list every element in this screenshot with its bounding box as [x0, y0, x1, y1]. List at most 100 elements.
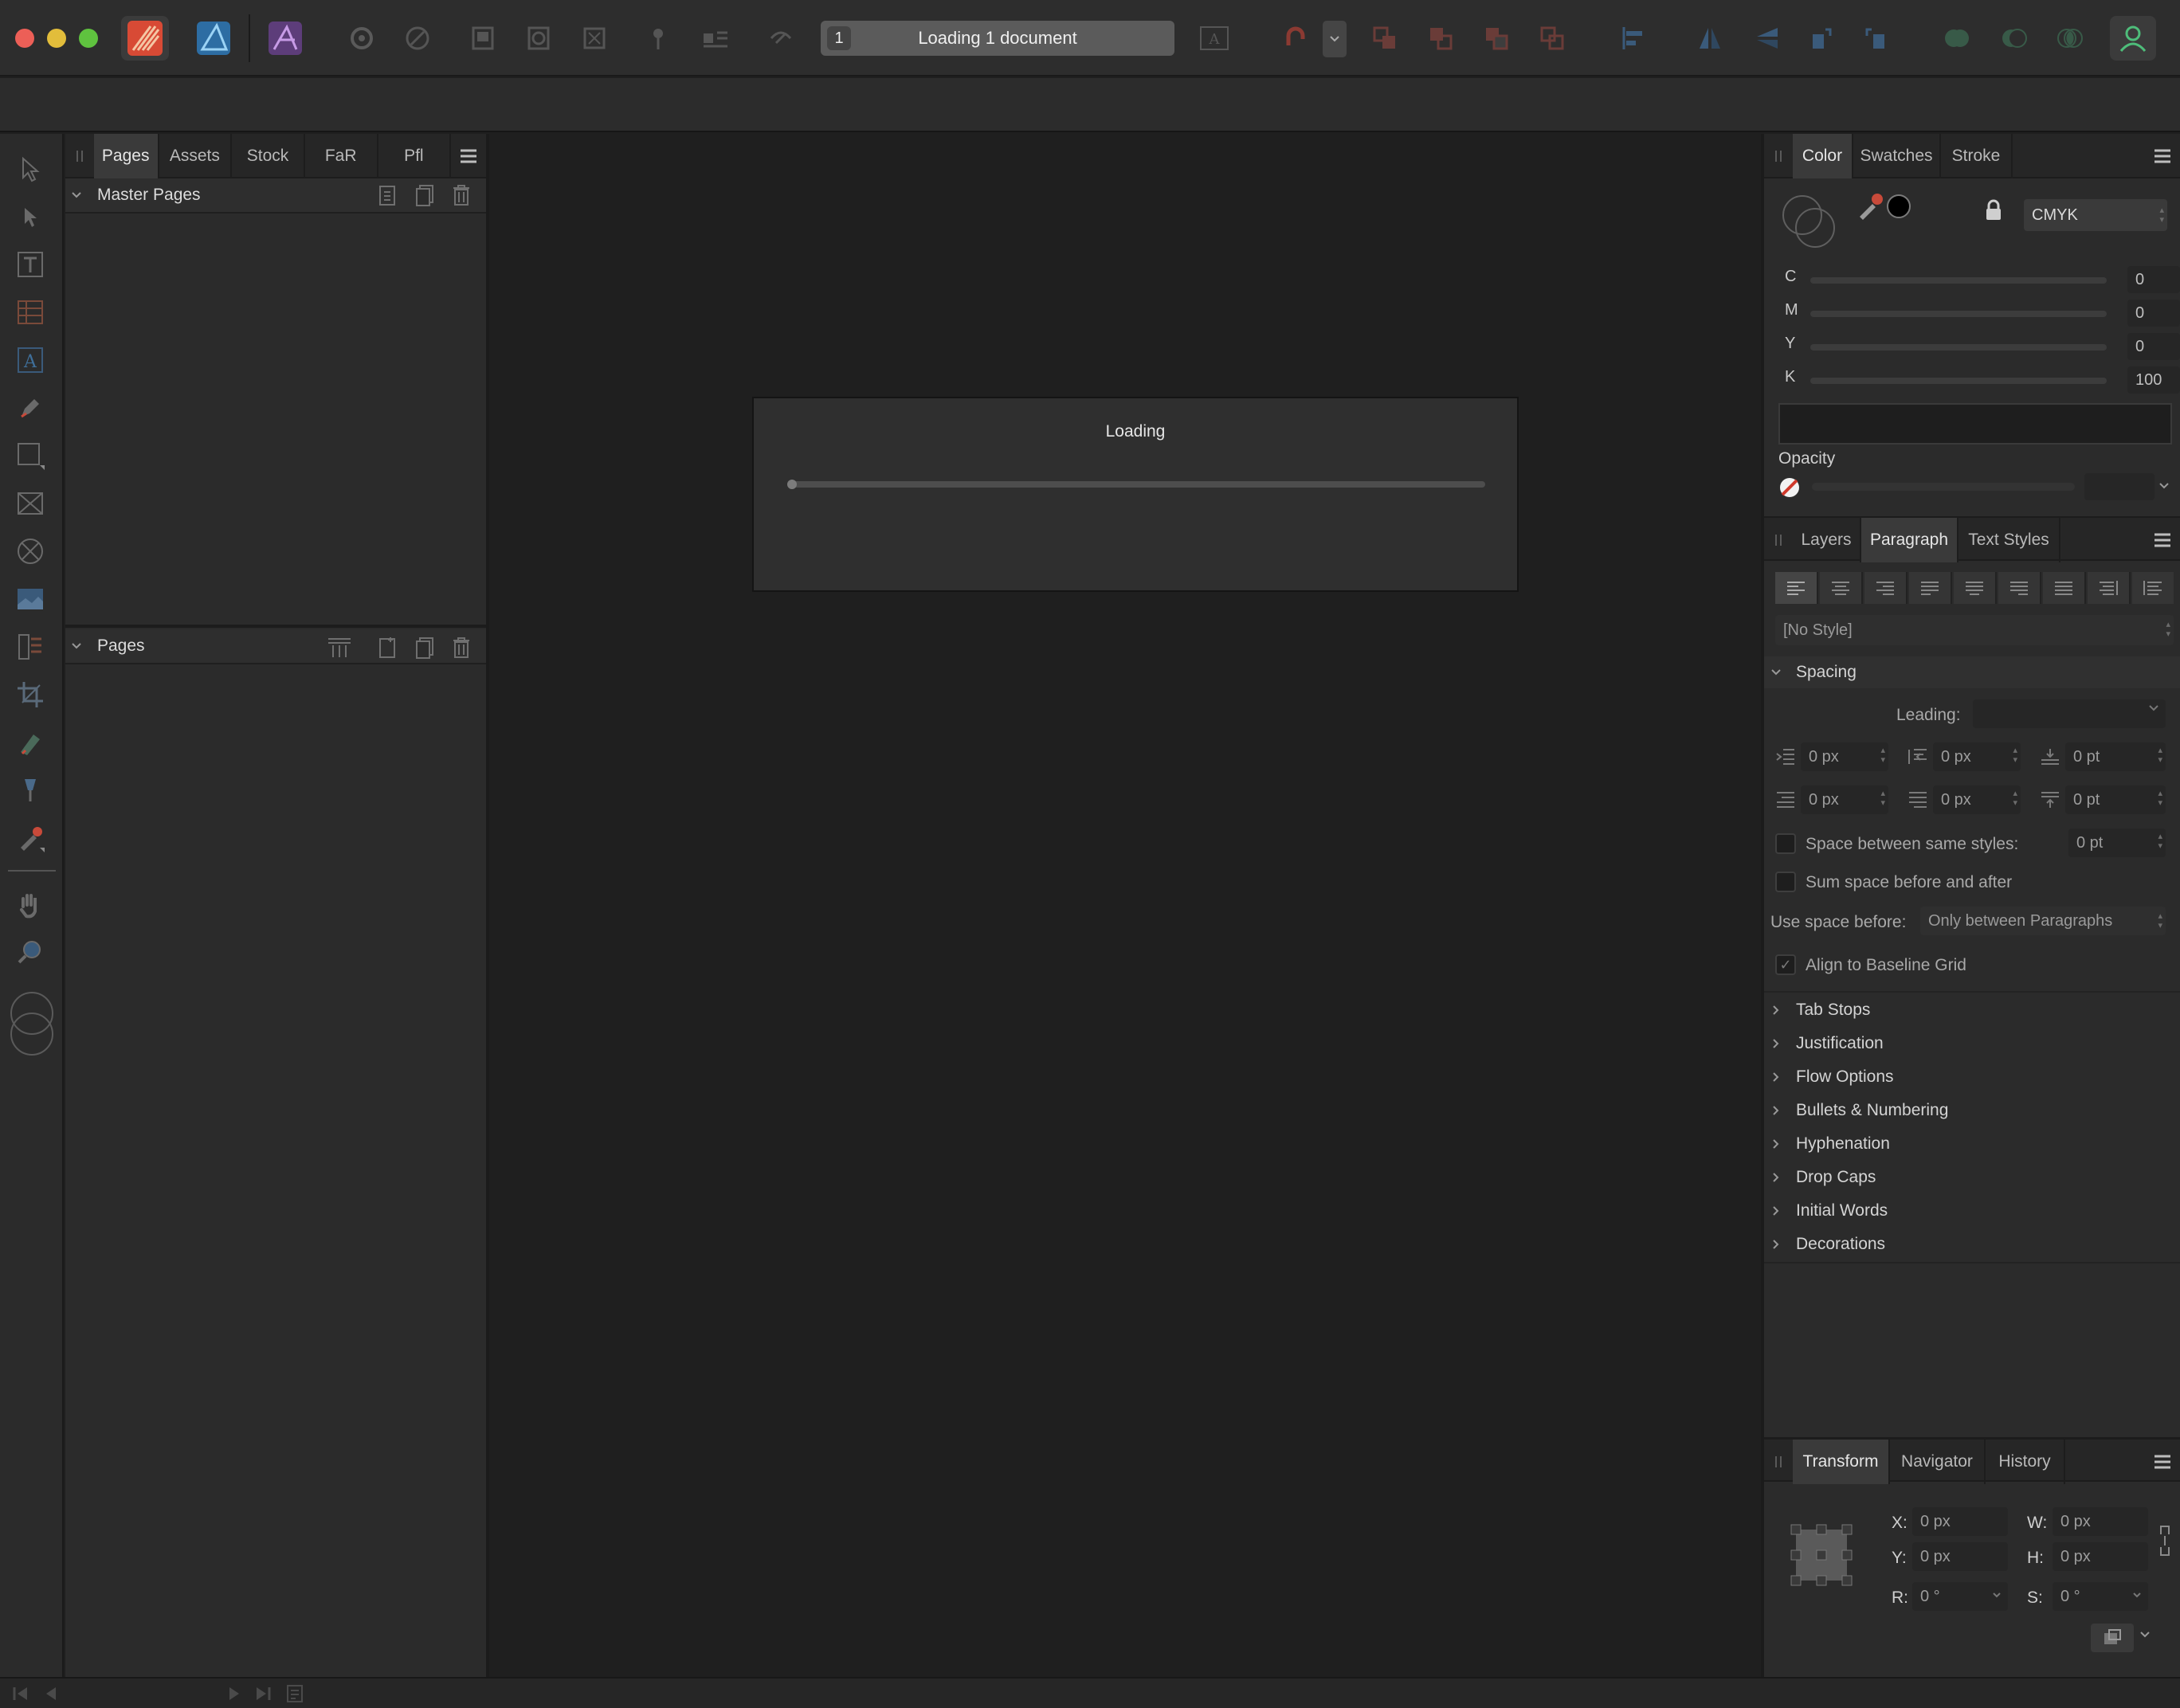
justify-all-button[interactable] — [2043, 572, 2086, 604]
paragraph-style-select[interactable]: [No Style] ▴ ▾ — [1775, 615, 2174, 645]
duplicate-master-page-icon[interactable] — [414, 183, 435, 207]
first-page-icon[interactable] — [11, 1685, 30, 1702]
align-left-button[interactable] — [1775, 572, 1818, 604]
cyan-value-field[interactable]: 0 — [2127, 266, 2180, 293]
rotation-field[interactable]: 0 ° — [1912, 1582, 2008, 1611]
account-button[interactable] — [2110, 16, 2156, 61]
justification-section[interactable]: Justification — [1764, 1028, 2180, 1060]
sum-space-checkbox[interactable] — [1775, 872, 1796, 892]
artistic-text-tool-icon[interactable]: A — [11, 341, 49, 379]
zoom-window-button[interactable] — [79, 29, 98, 48]
hand-tool-icon[interactable] — [11, 886, 49, 924]
tab-pfl[interactable]: Pfl — [378, 134, 452, 178]
stepper-icon[interactable]: ▴ ▾ — [2013, 789, 2017, 808]
align-baseline-checkbox[interactable]: ✓ — [1775, 954, 1796, 975]
view-mode-icon[interactable] — [465, 21, 500, 56]
tab-text-styles[interactable]: Text Styles — [1958, 518, 2060, 562]
stepper-icon[interactable]: ▴ ▾ — [1880, 746, 1885, 765]
tab-layers[interactable]: Layers — [1793, 518, 1861, 562]
rectangle-frame-tool-icon[interactable] — [11, 484, 49, 523]
next-page-icon[interactable] — [226, 1685, 242, 1702]
table-format-tool-icon[interactable] — [11, 628, 49, 666]
width-field[interactable]: 0 px — [2053, 1507, 2148, 1536]
lock-aspect-ratio-icon[interactable] — [2158, 1523, 2172, 1558]
justify-center-button[interactable] — [1954, 572, 1997, 604]
color-picker-tool-icon[interactable] — [11, 819, 49, 857]
space-after-field[interactable]: 0 pt ▴ ▾ — [2065, 785, 2166, 814]
boolean-add-icon[interactable] — [1939, 21, 1974, 56]
text-frame-icon[interactable]: A — [1197, 21, 1232, 56]
tab-navigator[interactable]: Navigator — [1890, 1440, 1986, 1484]
color-panel-menu-icon[interactable] — [2145, 134, 2180, 178]
tab-stops-section[interactable]: Tab Stops — [1764, 994, 2180, 1026]
color-mode-select[interactable]: CMYK ▴ ▾ — [2024, 199, 2167, 231]
last-line-indent-field[interactable]: 0 px ▴ ▾ — [1933, 785, 2021, 814]
frame-text-tool-icon[interactable] — [11, 245, 49, 284]
panel-grip-icon[interactable] — [1764, 518, 1793, 562]
table-tool-icon[interactable] — [11, 293, 49, 331]
pen-tool-icon[interactable] — [11, 389, 49, 427]
x-position-field[interactable]: 0 px — [1912, 1507, 2008, 1536]
opacity-value-field[interactable] — [2084, 473, 2155, 500]
initial-words-section[interactable]: Initial Words — [1764, 1195, 2180, 1227]
panel-grip-icon[interactable] — [65, 134, 94, 178]
anchor-point-selector[interactable] — [1790, 1523, 1853, 1587]
color-preview-bar[interactable] — [1778, 403, 2172, 445]
use-space-before-select[interactable]: Only between Paragraphs ▴ ▾ — [1920, 907, 2166, 935]
arrange-backward-icon[interactable] — [1535, 21, 1570, 56]
panel-grip-icon[interactable] — [1764, 134, 1793, 178]
tab-stroke[interactable]: Stroke — [1941, 134, 2013, 178]
spacing-section-header[interactable]: Spacing — [1764, 656, 2180, 688]
magenta-slider[interactable] — [1810, 311, 2107, 317]
transform-origin-button[interactable] — [2091, 1624, 2134, 1652]
crop-tool-icon[interactable] — [11, 676, 49, 714]
drop-caps-section[interactable]: Drop Caps — [1764, 1162, 2180, 1193]
rotate-left-icon[interactable] — [1804, 21, 1839, 56]
fill-stroke-swatch[interactable] — [6, 991, 57, 1056]
tab-assets[interactable]: Assets — [159, 134, 233, 178]
arrange-back-icon[interactable] — [1479, 21, 1514, 56]
pin-icon[interactable] — [641, 21, 676, 56]
ellipse-frame-tool-icon[interactable] — [11, 532, 49, 570]
last-page-icon[interactable] — [253, 1685, 272, 1702]
transform-panel-menu-icon[interactable] — [2145, 1440, 2180, 1484]
boolean-intersect-icon[interactable] — [2053, 21, 2088, 56]
previous-page-icon[interactable] — [43, 1685, 59, 1702]
align-left-icon[interactable] — [1616, 21, 1651, 56]
arrange-front-icon[interactable] — [1367, 21, 1402, 56]
tab-history[interactable]: History — [1986, 1440, 2065, 1484]
tab-transform[interactable]: Transform — [1793, 1440, 1890, 1484]
zoom-tool-icon[interactable] — [11, 934, 49, 972]
link-icon[interactable] — [763, 21, 798, 56]
paragraph-panel-menu-icon[interactable] — [2145, 518, 2180, 562]
tab-swatches[interactable]: Swatches — [1853, 134, 1941, 178]
tab-stock[interactable]: Stock — [232, 134, 305, 178]
stepper-icon[interactable]: ▴ ▾ — [2013, 746, 2017, 765]
place-image-tool-icon[interactable] — [11, 580, 49, 618]
eyedropper-icon[interactable] — [1855, 190, 1887, 221]
align-center-button[interactable] — [1820, 572, 1863, 604]
align-towards-spine-button[interactable] — [2088, 572, 2131, 604]
leading-field[interactable] — [1973, 699, 2166, 728]
fill-tool-icon[interactable] — [11, 723, 49, 762]
align-right-button[interactable] — [1864, 572, 1908, 604]
photo-persona-button[interactable] — [268, 21, 303, 56]
rotate-right-icon[interactable] — [1858, 21, 1893, 56]
key-value-field[interactable]: 100 — [2127, 366, 2180, 394]
align-away-from-spine-button[interactable] — [2132, 572, 2174, 604]
first-line-indent-field[interactable]: 0 px ▴ ▾ — [1801, 785, 1888, 814]
yellow-value-field[interactable]: 0 — [2127, 333, 2180, 360]
space-before-field[interactable]: 0 pt ▴ ▾ — [2065, 742, 2166, 771]
right-indent-field[interactable]: 0 px ▴ ▾ — [1933, 742, 2021, 771]
transparency-tool-icon[interactable] — [11, 771, 49, 809]
space-between-checkbox[interactable] — [1775, 833, 1796, 854]
preview-mode-icon[interactable] — [521, 21, 556, 56]
current-color-swatch[interactable] — [1887, 194, 1911, 218]
arrange-forward-icon[interactable] — [1423, 21, 1458, 56]
height-field[interactable]: 0 px — [2053, 1542, 2148, 1571]
pages-panel-menu-icon[interactable] — [451, 134, 486, 178]
text-wrap-icon[interactable] — [698, 21, 733, 56]
frame-view-icon[interactable] — [577, 21, 612, 56]
rectangle-tool-icon[interactable] — [11, 437, 49, 475]
justify-left-button[interactable] — [1909, 572, 1952, 604]
